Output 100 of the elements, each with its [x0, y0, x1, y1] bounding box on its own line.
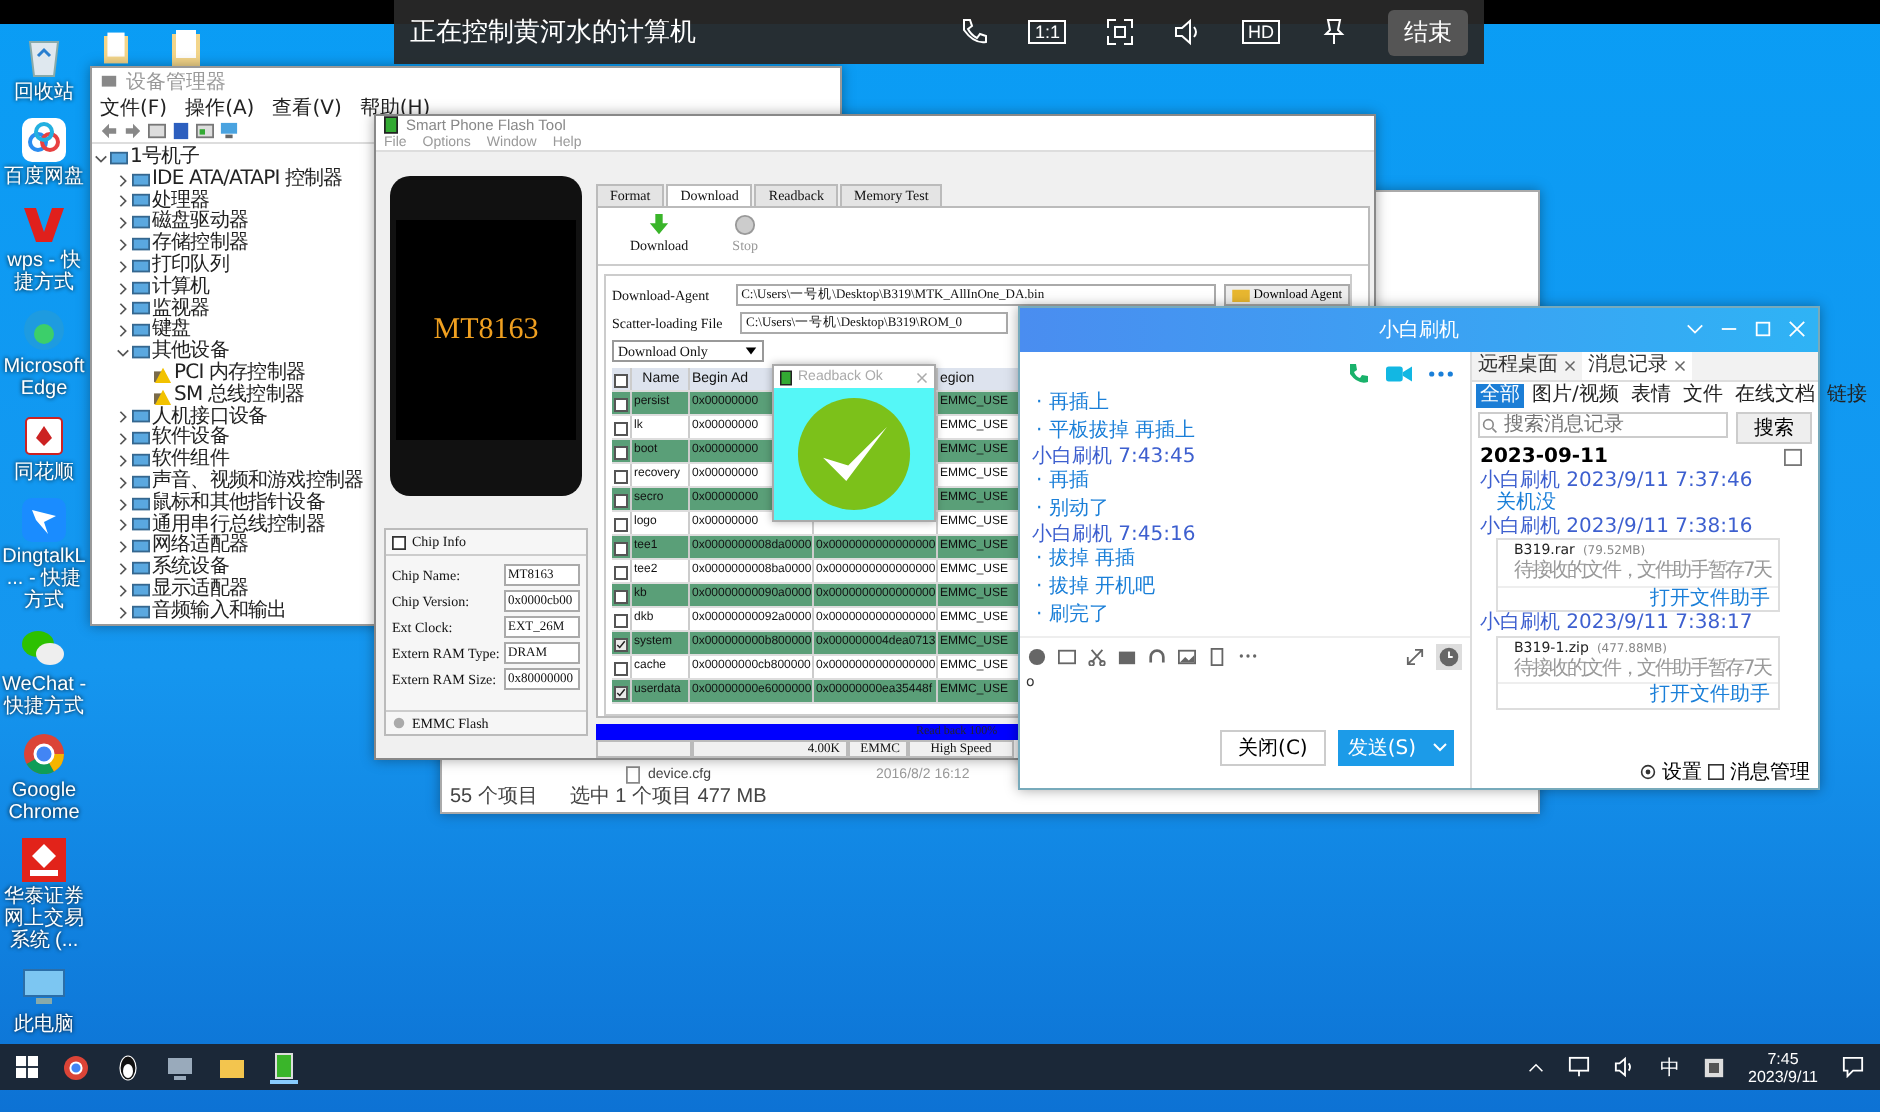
- chevron-icon[interactable]: [116, 518, 130, 533]
- chevron-icon[interactable]: [116, 562, 130, 577]
- tree-item[interactable]: 显示适配器: [152, 579, 249, 602]
- search-field[interactable]: 搜索消息记录: [1478, 412, 1728, 438]
- caret-icon[interactable]: [1528, 1059, 1544, 1075]
- search-button[interactable]: 搜索: [1736, 412, 1812, 444]
- more-icon[interactable]: [1238, 652, 1258, 660]
- tree-item[interactable]: IDE ATA/ATAPI 控制器: [152, 169, 343, 192]
- settings-icon[interactable]: [1640, 764, 1656, 780]
- app-icon[interactable]: [1704, 1057, 1724, 1077]
- browser-icon[interactable]: [62, 1053, 90, 1081]
- headphones-icon[interactable]: [1148, 647, 1166, 665]
- input-method-indicator[interactable]: 中: [1660, 1053, 1680, 1081]
- tree-item[interactable]: 软件设备: [152, 428, 229, 451]
- checkbox[interactable]: [614, 446, 628, 460]
- message-manager-icon[interactable]: [1708, 764, 1724, 780]
- checkbox[interactable]: [614, 686, 628, 700]
- expand-icon[interactable]: [1406, 647, 1424, 665]
- message-manager-link[interactable]: 消息管理: [1730, 758, 1810, 786]
- chevron-icon[interactable]: [116, 281, 130, 296]
- checkbox[interactable]: [614, 638, 628, 652]
- filter-tab[interactable]: 图片/视频: [1528, 384, 1623, 408]
- chevron-icon[interactable]: [116, 540, 130, 555]
- tree-item[interactable]: SM 总线控制器: [174, 385, 304, 408]
- desktop-icon-label[interactable]: 华泰证券网上交易系统 (...: [0, 886, 88, 952]
- penguin-icon[interactable]: [114, 1053, 142, 1081]
- chevron-icon[interactable]: [116, 346, 130, 361]
- app-icon[interactable]: [270, 1051, 298, 1083]
- quality-button[interactable]: HD: [1242, 20, 1280, 44]
- fullscreen-icon[interactable]: [1106, 18, 1134, 46]
- properties-icon[interactable]: [148, 122, 166, 140]
- checkbox[interactable]: [614, 542, 628, 556]
- smiley-icon[interactable]: [1028, 647, 1046, 665]
- app-icon[interactable]: [20, 836, 68, 884]
- filter-tab[interactable]: 表情: [1626, 384, 1675, 408]
- playing-cards-icon[interactable]: [20, 412, 68, 460]
- checkbox[interactable]: [614, 518, 628, 532]
- tree-item[interactable]: 计算机: [152, 277, 210, 300]
- chevron-icon[interactable]: [116, 454, 130, 469]
- chevron-icon[interactable]: [116, 259, 130, 274]
- remote-desktop-icon[interactable]: [166, 1053, 194, 1081]
- chevron-icon[interactable]: [94, 151, 108, 166]
- monitor-icon[interactable]: [220, 122, 238, 140]
- checkbox[interactable]: [614, 662, 628, 676]
- chevron-icon[interactable]: [116, 324, 130, 339]
- chevron-icon[interactable]: [116, 173, 130, 188]
- panel-tab[interactable]: 远程桌面: [1478, 354, 1558, 378]
- clock-date[interactable]: 2023/9/11: [1748, 1067, 1818, 1085]
- network-icon[interactable]: [1568, 1056, 1590, 1078]
- scissors-icon[interactable]: [1088, 647, 1106, 665]
- settings-link[interactable]: 设置: [1662, 758, 1702, 786]
- chevron-icon[interactable]: [116, 238, 130, 253]
- chevron-icon[interactable]: [116, 410, 130, 425]
- clock-time[interactable]: 7:45: [1767, 1049, 1799, 1067]
- menu-item[interactable]: 查看(V): [272, 94, 342, 122]
- tree-item[interactable]: 键盘: [152, 320, 191, 343]
- tablet-icon[interactable]: [1208, 647, 1226, 665]
- help-icon[interactable]: [172, 122, 190, 140]
- checkbox[interactable]: [614, 614, 628, 628]
- chevron-icon[interactable]: [116, 497, 130, 512]
- chevron-icon[interactable]: [116, 583, 130, 598]
- image-icon[interactable]: [1178, 647, 1196, 665]
- tree-item[interactable]: 1号机子: [130, 148, 200, 170]
- desktop-icon-label[interactable]: 此电脑: [14, 1014, 74, 1036]
- chevron-icon[interactable]: [116, 432, 130, 447]
- checkbox[interactable]: [614, 398, 628, 412]
- forward-arrow-icon[interactable]: [124, 122, 142, 140]
- tree-item[interactable]: PCI 内存控制器: [174, 363, 306, 386]
- checkbox[interactable]: [614, 494, 628, 508]
- end-button[interactable]: 结束: [1388, 9, 1468, 55]
- tree-item[interactable]: 鼠标和其他指针设备: [152, 493, 325, 516]
- menu-item[interactable]: 文件(F): [100, 94, 168, 122]
- tree-item[interactable]: 监视器: [152, 299, 210, 321]
- tree-item[interactable]: 声音、视频和游戏控制器: [152, 471, 364, 494]
- filter-tab[interactable]: 全部: [1476, 384, 1524, 408]
- file-assistant-link[interactable]: 打开文件助手: [1498, 585, 1778, 610]
- clock-icon[interactable]: [1436, 643, 1462, 669]
- gif-icon[interactable]: [1058, 647, 1076, 665]
- phone-icon[interactable]: [960, 18, 989, 46]
- checkbox[interactable]: [614, 422, 628, 436]
- filter-tab[interactable]: 在线文档: [1730, 384, 1819, 408]
- tree-item[interactable]: 系统设备: [152, 558, 229, 580]
- checkbox[interactable]: [614, 470, 628, 484]
- tree-item[interactable]: 打印队列: [152, 255, 229, 278]
- speaker-icon[interactable]: [1614, 1056, 1636, 1078]
- checkbox[interactable]: [614, 374, 628, 388]
- chevron-icon[interactable]: [116, 302, 130, 317]
- close-icon[interactable]: [1564, 360, 1576, 372]
- checkbox[interactable]: [614, 566, 628, 580]
- filter-tab[interactable]: 文件: [1678, 384, 1727, 408]
- checkbox[interactable]: [614, 590, 628, 604]
- tree-item[interactable]: 人机接口设备: [152, 407, 268, 429]
- file-assistant-link[interactable]: 打开文件助手: [1498, 682, 1778, 707]
- notification-icon[interactable]: [1842, 1056, 1864, 1078]
- chevron-icon[interactable]: [116, 475, 130, 490]
- more-icon[interactable]: [1428, 370, 1454, 378]
- start-icon[interactable]: [16, 1056, 38, 1078]
- tree-item[interactable]: 处理器: [152, 191, 210, 213]
- pin-icon[interactable]: [1320, 18, 1348, 46]
- tree-item[interactable]: 音频输入和输出: [152, 601, 287, 624]
